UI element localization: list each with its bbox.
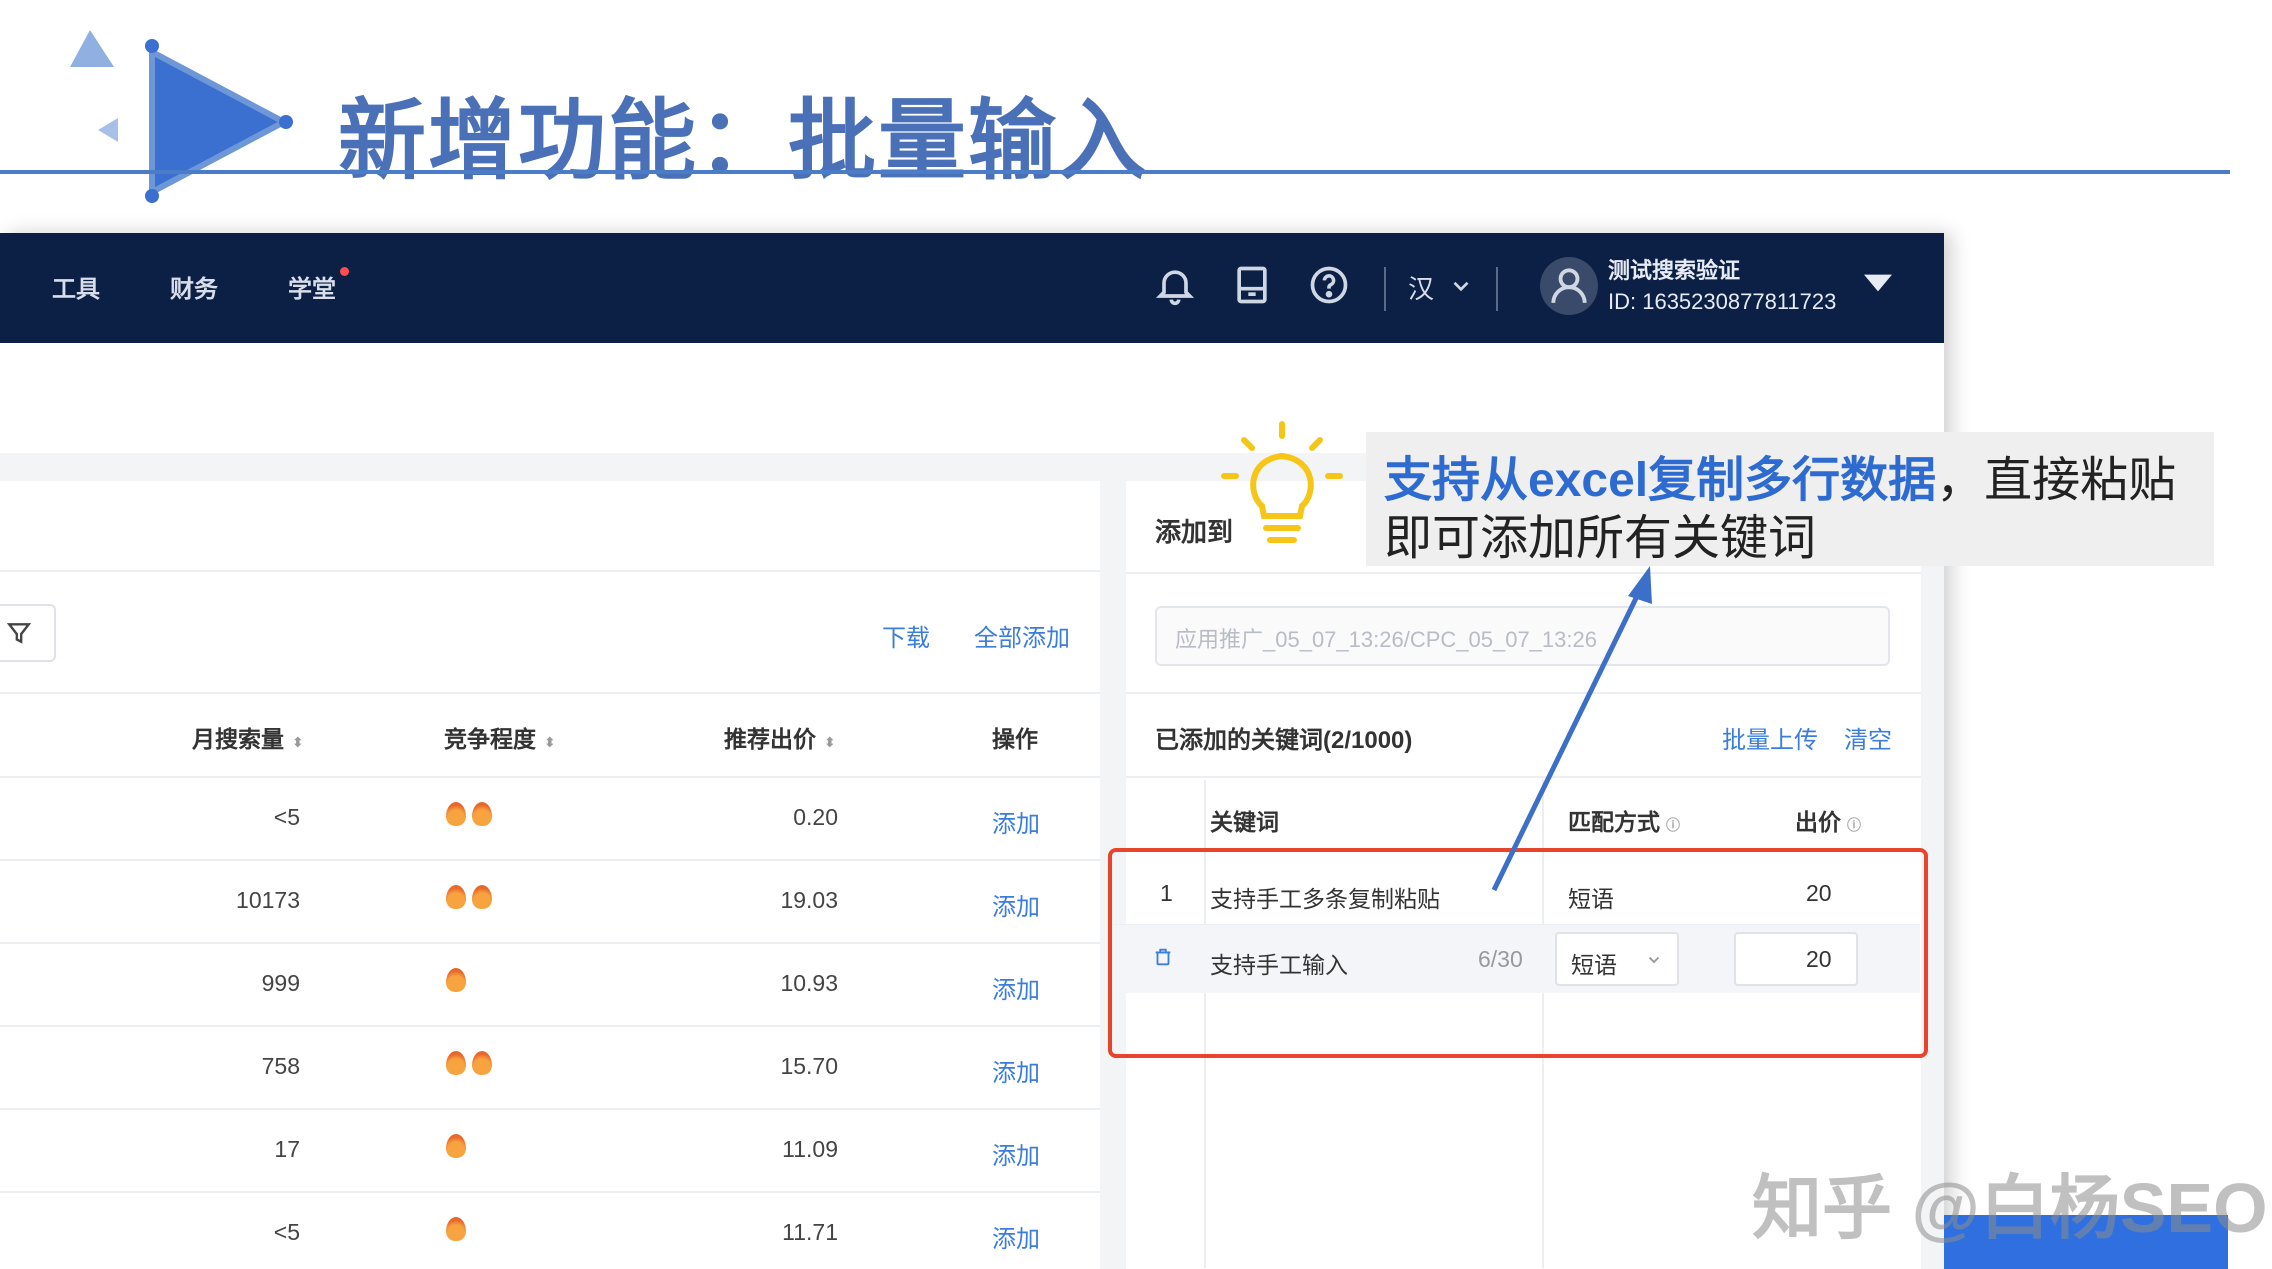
callout-text-line2: 即可添加所有关键词 <box>1384 512 1817 565</box>
sort-icon[interactable]: ⬍ <box>544 734 556 750</box>
competition-flames <box>446 1134 466 1158</box>
callout-box: 支持从excel复制多行数据，直接粘贴 即可添加所有关键词 <box>1366 432 2214 566</box>
volume-cell: 10173 <box>236 887 300 913</box>
kw-header-bid: 出价 ⓘ <box>1795 809 1861 835</box>
kw-header-keyword: 关键词 <box>1210 809 1279 835</box>
avatar[interactable] <box>1540 257 1598 315</box>
notification-dot <box>340 267 349 276</box>
flame-icon <box>446 1217 466 1241</box>
nav-item-finance[interactable]: 财务 <box>170 269 218 304</box>
divider <box>1126 692 1921 694</box>
flame-icon <box>446 802 466 826</box>
flame-icon <box>446 1134 466 1158</box>
flame-icon <box>446 968 466 992</box>
flame-icon <box>472 885 492 909</box>
clear-link[interactable]: 清空 <box>1844 720 1892 755</box>
bid-cell: 10.93 <box>780 970 838 996</box>
add-link[interactable]: 添加 <box>992 970 1040 1005</box>
bid-cell: 11.71 <box>782 1219 838 1245</box>
divider <box>0 692 1100 694</box>
col-header-competition[interactable]: 竞争程度 ⬍ <box>444 720 556 754</box>
highlight-frame <box>1108 848 1928 1058</box>
divider <box>0 1025 1100 1027</box>
flame-icon <box>446 1051 466 1075</box>
info-icon[interactable]: ⓘ <box>1847 817 1861 833</box>
save-icon[interactable] <box>1230 263 1274 307</box>
bid-cell: 11.09 <box>782 1136 838 1162</box>
kw-header-match: 匹配方式 ⓘ <box>1568 809 1680 835</box>
filter-icon <box>6 623 32 644</box>
add-link[interactable]: 添加 <box>992 887 1040 922</box>
account-id: ID: 1635230877811723 <box>1608 289 1837 314</box>
volume-cell: 17 <box>274 1136 300 1162</box>
lightbulb-icon <box>1221 421 1343 543</box>
divider <box>0 1191 1100 1193</box>
language-selector[interactable]: 汉 <box>1408 269 1434 306</box>
divider <box>0 570 1100 572</box>
add-link[interactable]: 添加 <box>992 1053 1040 1088</box>
volume-cell: <5 <box>273 804 300 830</box>
divider <box>0 859 1100 861</box>
divider <box>1126 776 1921 778</box>
flame-icon <box>472 802 492 826</box>
flame-icon <box>472 1051 492 1075</box>
nav-item-tools[interactable]: 工具 <box>52 269 100 304</box>
divider <box>1126 572 1921 574</box>
competition-flames <box>446 802 492 826</box>
competition-flames <box>446 1217 466 1241</box>
toolbar-separator <box>1496 267 1498 311</box>
top-navbar: 工具 财务 学堂 汉 测试搜索验证 ID: 1635230877811723 <box>0 233 1944 343</box>
title-divider <box>0 170 2230 174</box>
account-name: 测试搜索验证 <box>1608 258 1741 283</box>
nav-item-academy[interactable]: 学堂 <box>288 269 336 304</box>
bid-cell: 0.20 <box>793 804 838 830</box>
volume-cell: 758 <box>261 1053 300 1079</box>
add-link[interactable]: 添加 <box>992 1136 1040 1171</box>
user-icon <box>1551 268 1587 304</box>
divider <box>0 1108 1100 1110</box>
chevron-down-icon[interactable] <box>1448 263 1474 307</box>
info-icon[interactable]: ⓘ <box>1666 817 1680 833</box>
download-link[interactable]: 下载 <box>882 618 930 653</box>
volume-cell: 999 <box>261 970 300 996</box>
help-icon[interactable] <box>1307 263 1351 307</box>
bid-cell: 19.03 <box>780 887 838 913</box>
caret-down-icon[interactable] <box>1864 273 1892 293</box>
add-link[interactable]: 添加 <box>992 804 1040 839</box>
add-all-link[interactable]: 全部添加 <box>974 618 1070 653</box>
bell-icon[interactable] <box>1153 263 1197 307</box>
callout-rest: ，直接粘贴 <box>1936 454 2177 507</box>
filter-button[interactable] <box>0 604 56 662</box>
watermark: 知乎 @白杨SEO <box>1752 1169 2268 1247</box>
col-header-action: 操作 <box>992 726 1038 752</box>
competition-flames <box>446 1051 492 1075</box>
campaign-select-input[interactable]: 应用推广_05_07_13:26/CPC_05_07_13:26 <box>1155 606 1890 666</box>
col-header-volume[interactable]: 月搜索量 ⬍ <box>192 720 304 754</box>
competition-flames <box>446 968 466 992</box>
sort-icon[interactable]: ⬍ <box>292 734 304 750</box>
sort-icon[interactable]: ⬍ <box>824 734 836 750</box>
divider <box>0 942 1100 944</box>
divider <box>0 776 1100 778</box>
bulk-upload-link[interactable]: 批量上传 <box>1722 720 1818 755</box>
flame-icon <box>446 885 466 909</box>
competition-flames <box>446 885 492 909</box>
add-link[interactable]: 添加 <box>992 1219 1040 1254</box>
added-keywords-count: 已添加的关键词(2/1000) <box>1155 727 1413 754</box>
slide-title: 新增功能：批量输入 <box>338 91 1149 190</box>
col-header-bid[interactable]: 推荐出价 ⬍ <box>724 720 836 754</box>
slide-logo <box>70 30 293 203</box>
toolbar-separator <box>1384 267 1386 311</box>
volume-cell: <5 <box>273 1219 300 1245</box>
bid-cell: 15.70 <box>780 1053 838 1079</box>
